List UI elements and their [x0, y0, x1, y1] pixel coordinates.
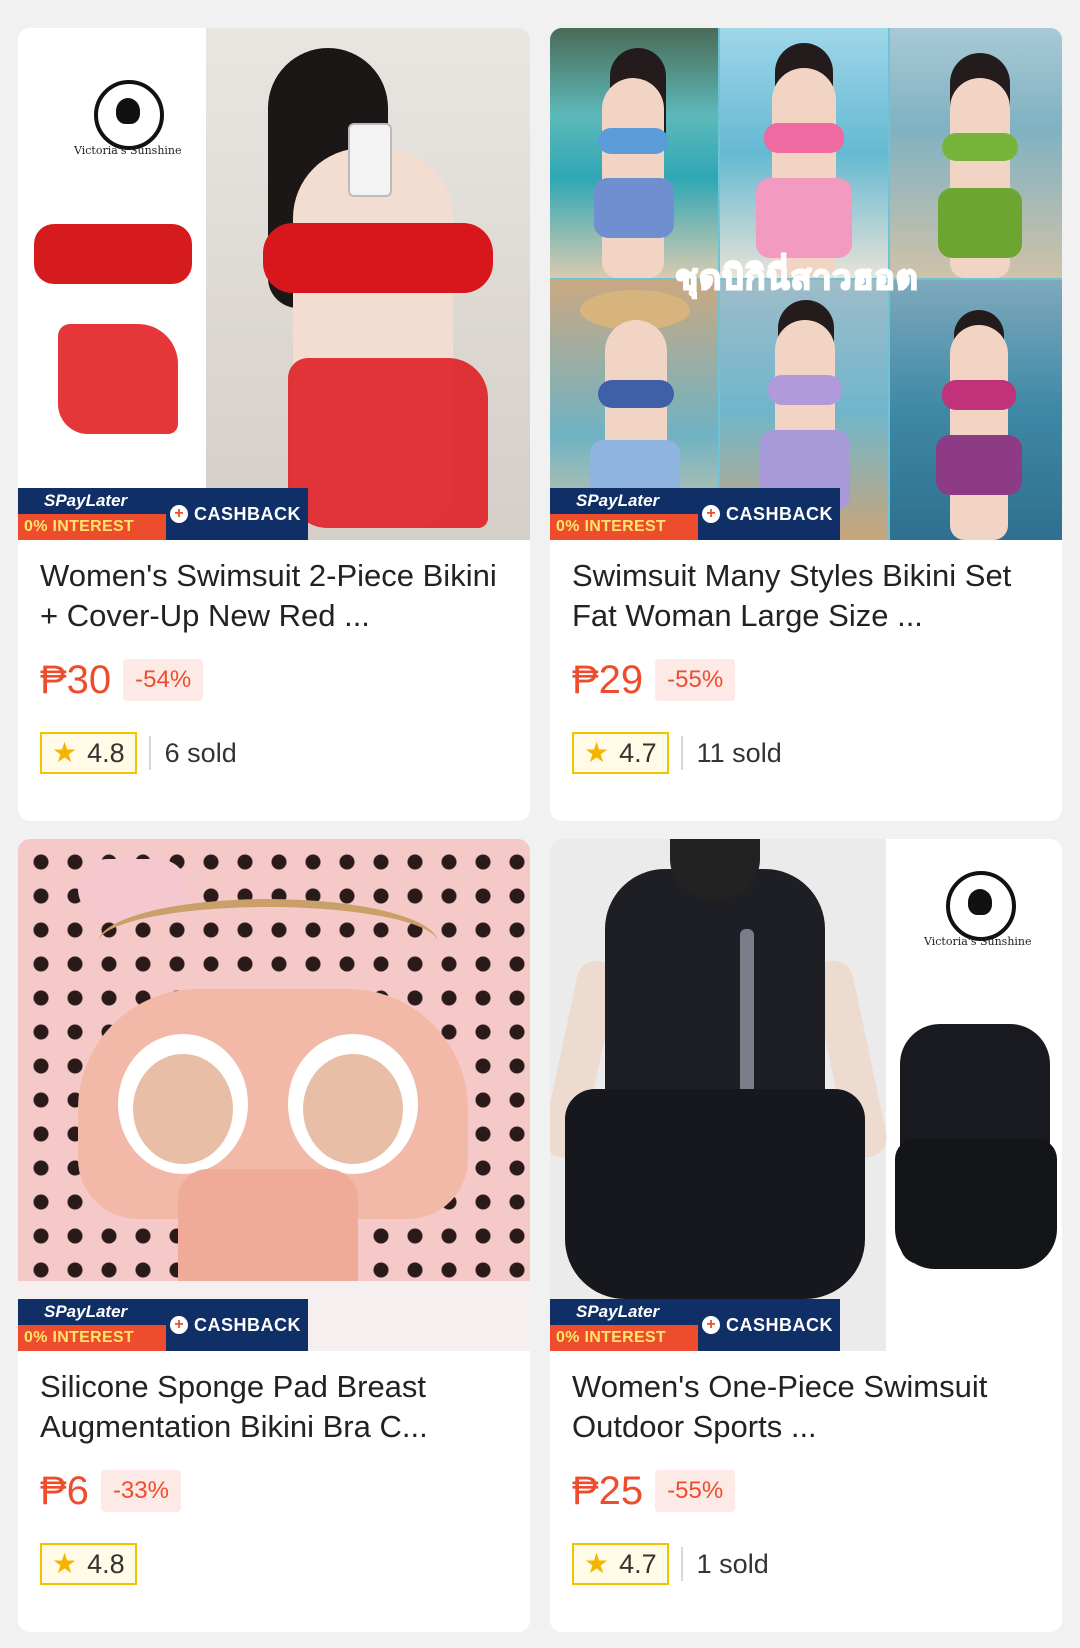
interest-label: 0% INTEREST [550, 514, 698, 540]
image-overlay-text: ชุดบิกินี่สาวฮอต [674, 257, 919, 299]
product-price: ₱25 [572, 1469, 644, 1513]
product-price: ₱29 [572, 658, 644, 702]
rating-value: 4.8 [87, 1548, 125, 1579]
rating-badge: ★ 4.8 [40, 1543, 137, 1585]
sponge-pad-right [303, 1054, 403, 1164]
meta-row: ★ 4.7 1 sold [572, 1543, 1040, 1585]
product-title[interactable]: Swimsuit Many Styles Bikini Set Fat Woma… [572, 556, 1040, 636]
rating-badge: ★ 4.7 [572, 732, 669, 774]
product-price: ₱6 [40, 1469, 89, 1513]
divider [148, 736, 151, 770]
price-row: ₱25 -55% [572, 1465, 1040, 1517]
sponge-pad-left [133, 1054, 233, 1164]
star-icon: ★ [584, 1548, 610, 1579]
promo-badge: SPayLater 0% INTEREST CASHBACK + [18, 1299, 308, 1351]
plus-circle-icon: + [170, 505, 188, 523]
swimsuit-bottom [756, 178, 852, 258]
product-info: Women's One-Piece Swimsuit Outdoor Sport… [550, 1351, 1062, 1585]
discount-badge: -55% [655, 1470, 736, 1512]
brand-logo-icon [946, 871, 1016, 941]
spaylater-label: SPayLater [550, 1299, 698, 1325]
product-image[interactable]: SPayLater 0% INTEREST CASHBACK + [18, 839, 530, 1351]
brand-logo-icon [94, 80, 164, 150]
swimsuit-top [768, 375, 842, 405]
interest-label: 0% INTEREST [18, 1325, 166, 1351]
price-row: ₱29 -55% [572, 654, 1040, 706]
product-grid: Victoria's Sunshine SPayLater 0% INTERES… [18, 28, 1062, 1632]
product-price: ₱30 [40, 658, 112, 702]
swimsuit-bottom [936, 435, 1022, 495]
plus-circle-icon: + [702, 505, 720, 523]
collage-photo [890, 280, 1062, 540]
product-image[interactable]: Victoria's Sunshine SPayLater 0% INTERES… [18, 28, 530, 540]
spaylater-label: SPayLater [550, 488, 698, 514]
collage-photo [720, 28, 888, 278]
cover-up-thumbnail [58, 324, 178, 434]
spaylater-label: SPayLater [18, 1299, 166, 1325]
swimsuit-body [605, 869, 825, 1119]
swimsuit-bottom [594, 178, 674, 238]
product-info: Women's Swimsuit 2-Piece Bikini + Cover-… [18, 540, 530, 774]
discount-badge: -54% [123, 659, 204, 701]
divider [680, 1547, 683, 1581]
promo-badge: SPayLater 0% INTEREST CASHBACK + [550, 1299, 840, 1351]
spaylater-label: SPayLater [18, 488, 166, 514]
meta-row: ★ 4.8 6 sold [40, 732, 508, 774]
rating-badge: ★ 4.8 [40, 732, 137, 774]
meta-row: ★ 4.8 [40, 1543, 508, 1585]
swimsuit-top [942, 133, 1018, 161]
meta-row: ★ 4.7 11 sold [572, 732, 1040, 774]
interest-label: 0% INTEREST [18, 514, 166, 540]
plus-circle-icon: + [702, 1316, 720, 1334]
swimsuit-skirt [565, 1089, 865, 1299]
divider [680, 736, 683, 770]
price-row: ₱30 -54% [40, 654, 508, 706]
bikini-top-thumbnail [34, 224, 192, 284]
swimsuit-top [598, 128, 668, 154]
star-icon: ★ [52, 737, 78, 768]
sold-count: 11 sold [696, 737, 782, 768]
swimsuit-top [764, 123, 844, 153]
discount-badge: -55% [655, 659, 736, 701]
swimsuit-bottom [938, 188, 1022, 258]
star-icon: ★ [52, 1548, 78, 1579]
brand-logo-text: Victoria's Sunshine [924, 935, 1032, 948]
star-icon: ★ [584, 737, 610, 768]
promo-badge: SPayLater 0% INTEREST CASHBACK + [18, 488, 308, 540]
product-card[interactable]: Victoria's Sunshine SPayLater 0% INTERES… [18, 28, 530, 821]
bikini-top [263, 223, 493, 293]
product-image[interactable]: Victoria's Sunshine SPayLater 0% INTERES… [550, 839, 1062, 1351]
swimsuit-top [942, 380, 1016, 410]
product-card[interactable]: SPayLater 0% INTEREST CASHBACK + Silicon… [18, 839, 530, 1632]
product-title[interactable]: Silicone Sponge Pad Breast Augmentation … [40, 1367, 508, 1447]
product-title[interactable]: Women's Swimsuit 2-Piece Bikini + Cover-… [40, 556, 508, 636]
product-title[interactable]: Women's One-Piece Swimsuit Outdoor Sport… [572, 1367, 1040, 1447]
product-info: Swimsuit Many Styles Bikini Set Fat Woma… [550, 540, 1062, 774]
product-card[interactable]: Victoria's Sunshine SPayLater 0% INTERES… [550, 839, 1062, 1632]
discount-badge: -33% [100, 1470, 181, 1512]
plus-circle-icon: + [170, 1316, 188, 1334]
sold-count: 1 sold [696, 1548, 769, 1579]
cover-up-skirt [288, 358, 488, 528]
collage-photo [890, 28, 1062, 278]
rating-value: 4.8 [87, 737, 125, 768]
hanger [98, 899, 438, 987]
interest-label: 0% INTEREST [550, 1325, 698, 1351]
rating-value: 4.7 [619, 1548, 657, 1579]
rating-value: 4.7 [619, 737, 657, 768]
promo-badge: SPayLater 0% INTEREST CASHBACK + [550, 488, 840, 540]
collage-photo [550, 28, 718, 278]
swimsuit-top [598, 380, 674, 408]
model-figure [950, 325, 1008, 540]
brand-logo-text: Victoria's Sunshine [74, 144, 182, 157]
product-image[interactable]: ชุดบิกินี่สาวฮอต SPayLater 0% INTEREST C… [550, 28, 1062, 540]
price-row: ₱6 -33% [40, 1465, 508, 1517]
sold-count: 6 sold [164, 737, 237, 768]
product-card[interactable]: ชุดบิกินี่สาวฮอต SPayLater 0% INTEREST C… [550, 28, 1062, 821]
phone-icon [348, 123, 392, 197]
swimsuit-thumbnail-skirt [895, 1139, 1057, 1269]
rating-badge: ★ 4.7 [572, 1543, 669, 1585]
product-info: Silicone Sponge Pad Breast Augmentation … [18, 1351, 530, 1585]
